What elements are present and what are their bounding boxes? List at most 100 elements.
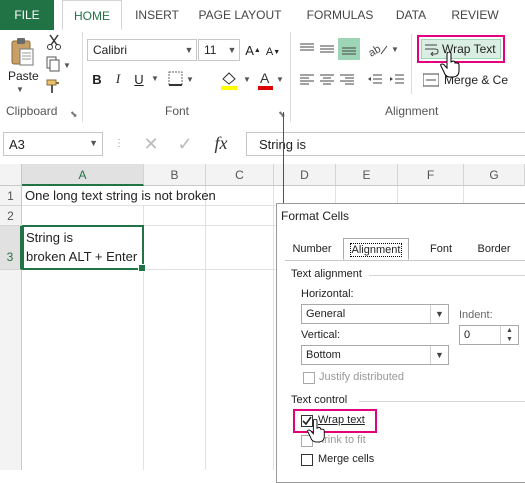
column-header-c[interactable]: C	[206, 164, 274, 186]
name-box[interactable]: A3 ▼	[3, 132, 103, 156]
cell-a3-selected[interactable]: String is broken ALT + Enter	[22, 225, 146, 272]
section-divider	[369, 275, 525, 276]
wrap-text-icon	[424, 41, 440, 57]
underline-icon[interactable]: U	[131, 70, 147, 88]
bold-icon[interactable]: B	[89, 70, 105, 88]
paste-button[interactable]: Paste	[8, 69, 39, 83]
font-launcher-icon[interactable]: ⬊	[278, 109, 286, 120]
decrease-indent-icon[interactable]	[366, 71, 384, 89]
svg-text:A: A	[260, 70, 270, 86]
paste-dropdown-icon[interactable]: ▼	[16, 85, 24, 94]
group-divider	[290, 32, 291, 122]
align-center-icon[interactable]	[318, 71, 336, 89]
dialog-tab-alignment[interactable]: Alignment	[343, 238, 409, 260]
decrease-font-icon[interactable]: A ▼	[264, 41, 282, 63]
section-divider	[359, 401, 525, 402]
justify-distributed-checkbox[interactable]	[303, 372, 315, 384]
cell-a1[interactable]: One long text string is not broken	[25, 188, 216, 203]
italic-icon[interactable]: I	[110, 70, 126, 88]
svg-text:ab: ab	[367, 43, 383, 58]
insert-function-button[interactable]: fx	[208, 131, 234, 155]
text-alignment-heading: Text alignment	[291, 268, 362, 280]
svg-text:▼: ▼	[243, 75, 251, 84]
column-header-g[interactable]: G	[464, 164, 525, 186]
tab-line	[285, 260, 525, 261]
row-header-2[interactable]: 2	[0, 206, 22, 226]
indent-label: Indent:	[459, 309, 493, 321]
chevron-down-icon: ▼	[89, 138, 98, 148]
dialog-tab-alignment-label: Alignment	[349, 243, 403, 257]
bottom-align-icon[interactable]	[338, 38, 360, 60]
tab-home[interactable]: HOME	[62, 0, 122, 30]
horizontal-select[interactable]: General ▼	[301, 304, 449, 324]
dialog-tab-number[interactable]: Number	[287, 238, 337, 260]
row-header-1[interactable]: 1	[0, 186, 22, 206]
vertical-select[interactable]: Bottom ▼	[301, 345, 449, 365]
tab-data[interactable]: DATA	[392, 0, 430, 30]
vertical-label: Vertical:	[301, 329, 341, 341]
chevron-down-icon: ▼	[227, 45, 237, 55]
column-header-f[interactable]: F	[398, 164, 464, 186]
increase-font-icon[interactable]: A ▲	[244, 39, 262, 61]
font-name-dropdown[interactable]: Calibri ▼	[87, 39, 197, 61]
formula-bar-grip-icon: ⋮	[114, 138, 124, 149]
column-header-a[interactable]: A	[22, 164, 144, 186]
format-cells-dialog: Format Cells Number Alignment Font Borde…	[276, 203, 525, 483]
tab-formulas[interactable]: FORMULAS	[298, 0, 382, 30]
middle-align-icon[interactable]	[318, 40, 336, 58]
dialog-tab-font[interactable]: Font	[417, 238, 465, 260]
chevron-down-icon: ▼	[430, 305, 448, 323]
orientation-icon[interactable]: ab ▼	[366, 39, 400, 59]
svg-text:▼: ▼	[391, 45, 399, 54]
formula-input[interactable]: String is	[246, 132, 525, 156]
increase-indent-icon[interactable]	[388, 71, 406, 89]
horizontal-label: Horizontal:	[301, 288, 354, 300]
hand-cursor-icon	[440, 51, 462, 81]
hand-cursor-icon	[307, 418, 327, 446]
gridline	[205, 186, 206, 470]
callout-line	[283, 112, 284, 204]
borders-icon[interactable]: ▼	[167, 70, 197, 88]
svg-text:▼: ▼	[276, 75, 284, 84]
svg-text:▼: ▼	[186, 75, 194, 84]
top-align-icon[interactable]	[298, 40, 316, 58]
spinner-arrows-icon[interactable]: ▲ ▼	[500, 326, 518, 344]
chevron-down-icon: ▼	[184, 45, 194, 55]
format-painter-icon[interactable]	[44, 77, 64, 95]
indent-spinner[interactable]: 0 ▲ ▼	[459, 325, 519, 345]
row-header-3[interactable]: 3	[0, 226, 22, 270]
dialog-title: Format Cells	[281, 209, 350, 223]
paste-icon[interactable]	[8, 36, 36, 68]
group-divider	[411, 34, 412, 94]
tab-page-layout[interactable]: PAGE LAYOUT	[194, 0, 286, 30]
align-left-icon[interactable]	[298, 71, 316, 89]
tab-insert[interactable]: INSERT	[132, 0, 182, 30]
font-size-dropdown[interactable]: 11 ▼	[198, 39, 240, 61]
name-box-value: A3	[9, 137, 25, 152]
column-header-b[interactable]: B	[144, 164, 206, 186]
cut-icon[interactable]	[44, 33, 64, 51]
indent-value: 0	[464, 329, 471, 341]
svg-text:▼: ▼	[63, 61, 71, 70]
column-header-e[interactable]: E	[336, 164, 398, 186]
fill-color-icon[interactable]: ▼	[218, 69, 254, 91]
gridline	[273, 186, 274, 470]
merge-center-icon[interactable]	[422, 71, 440, 89]
clipboard-launcher-icon[interactable]: ⬊	[70, 109, 78, 120]
align-right-icon[interactable]	[338, 71, 356, 89]
merge-cells-checkbox[interactable]	[301, 454, 313, 466]
font-name-value: Calibri	[93, 43, 128, 57]
cancel-icon[interactable]: ✕	[138, 132, 164, 156]
fill-handle[interactable]	[138, 264, 146, 272]
select-all-corner[interactable]	[0, 164, 22, 186]
tab-review[interactable]: REVIEW	[446, 0, 504, 30]
clipboard-group-label: Clipboard	[6, 104, 58, 118]
enter-check-icon[interactable]: ✓	[172, 132, 198, 156]
dialog-tab-border[interactable]: Border	[469, 238, 519, 260]
merge-cells-label: Merge cells	[318, 453, 375, 465]
font-size-value: 11	[204, 43, 217, 57]
underline-dropdown-icon[interactable]: ▼	[151, 74, 159, 83]
font-color-icon[interactable]: A ▼	[256, 69, 286, 91]
tab-file[interactable]: FILE	[0, 0, 54, 30]
copy-icon[interactable]: ▼	[44, 55, 74, 73]
